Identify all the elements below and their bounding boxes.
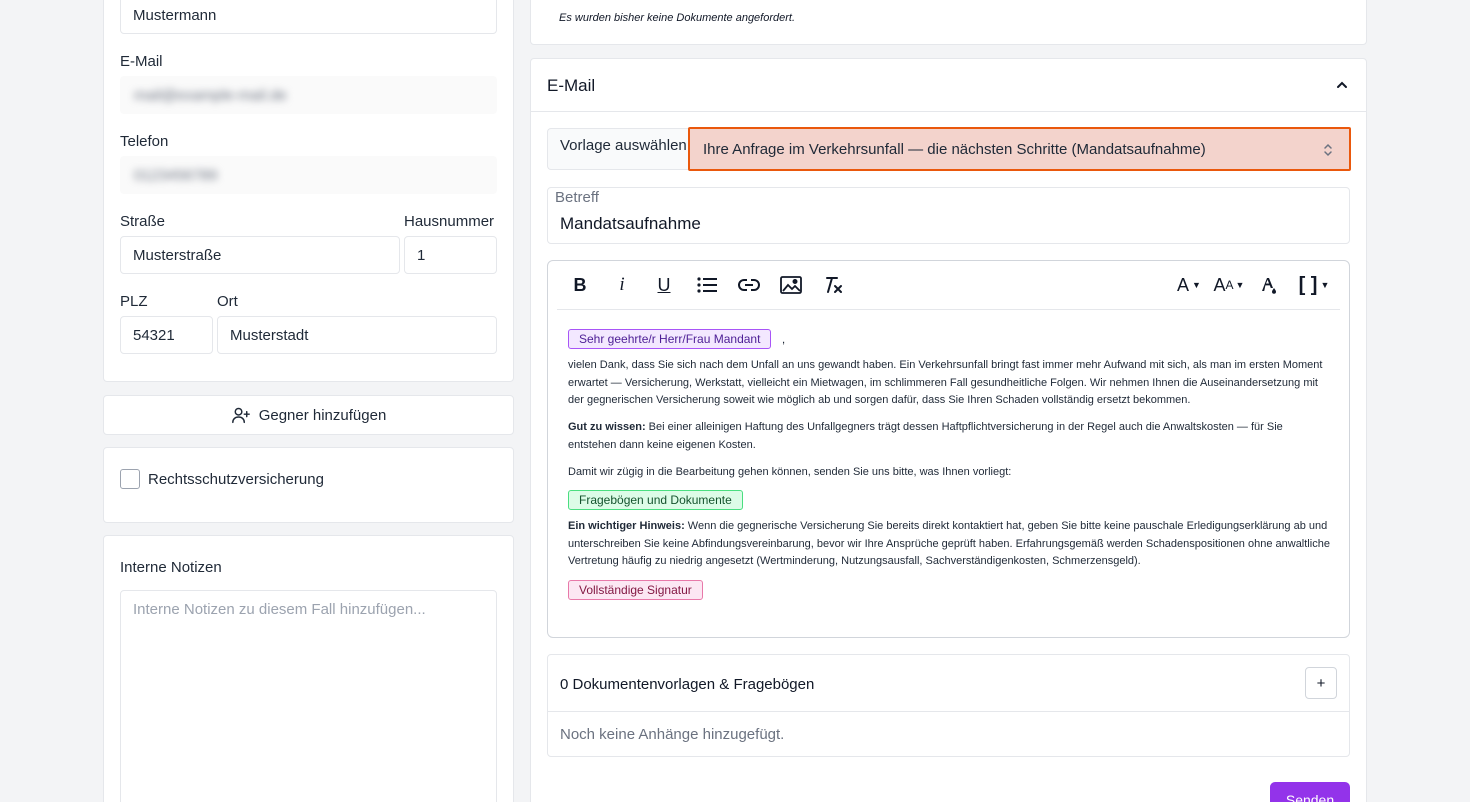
attachments-header: 0 Dokumentenvorlagen & Fragebögen + <box>548 655 1349 712</box>
template-selected-value: Ihre Anfrage im Verkehrsunfall — die näc… <box>703 141 1206 158</box>
template-label: Vorlage auswählen <box>560 137 687 154</box>
subject-field[interactable]: Betreff Mandatsaufnahme <box>547 187 1350 244</box>
chevron-up-icon[interactable] <box>1336 79 1348 91</box>
body-paragraph-4: Ein wichtiger Hinweis: Wenn die gegneris… <box>568 518 1332 571</box>
attachments-panel: 0 Dokumentenvorlagen & Fragebögen + Noch… <box>547 654 1350 757</box>
email-label: E-Mail <box>120 53 163 70</box>
clear-format-icon[interactable] <box>822 274 844 296</box>
link-icon[interactable] <box>738 274 760 296</box>
bullet-list-icon[interactable] <box>696 274 718 296</box>
zip-label: PLZ <box>120 293 148 310</box>
legal-insurance-checkbox[interactable] <box>120 469 140 489</box>
city-label: Ort <box>217 293 238 310</box>
template-label-box: Vorlage auswählen <box>547 128 689 170</box>
template-select[interactable]: Ihre Anfrage im Verkehrsunfall — die näc… <box>688 127 1351 171</box>
greeting-line: Sehr geehrte/r Herr/Frau Mandant , <box>568 329 785 349</box>
greeting-comma: , <box>781 332 786 346</box>
internal-notes-textarea[interactable]: Interne Notizen zu diesem Fall hinzufüge… <box>120 590 497 802</box>
internal-notes-placeholder: Interne Notizen zu diesem Fall hinzufüge… <box>133 601 426 618</box>
body-paragraph-2-text: Bei einer alleinigen Haftung des Unfallg… <box>568 421 1283 451</box>
greeting-placeholder-chip[interactable]: Sehr geehrte/r Herr/Frau Mandant <box>568 329 772 349</box>
email-input[interactable]: mail@example-mail.de <box>120 76 497 114</box>
placeholder-insert-icon[interactable]: [ ] ▼ <box>1297 274 1331 296</box>
phone-input[interactable]: 0123456789 <box>120 156 497 194</box>
add-attachment-button[interactable]: + <box>1305 667 1337 699</box>
attachments-title: 0 Dokumentenvorlagen & Fragebögen <box>560 676 815 693</box>
body-paragraph-2-bold: Gut zu wissen: <box>568 421 646 433</box>
body-paragraph-4-bold: Ein wichtiger Hinweis: <box>568 520 685 532</box>
add-opponent-label: Gegner hinzufügen <box>258 406 387 424</box>
body-paragraph-1: vielen Dank, dass Sie sich nach dem Unfa… <box>568 359 1323 406</box>
add-opponent-button[interactable]: Gegner hinzufügen <box>103 395 514 435</box>
user-plus-icon <box>231 407 250 424</box>
editor-toolbar-divider <box>557 309 1340 310</box>
housenumber-label: Hausnummer <box>404 213 495 230</box>
image-icon[interactable] <box>780 274 802 296</box>
subject-label: Betreff <box>555 189 599 206</box>
forms-chip-line: Fragebögen und Dokumente <box>568 490 743 510</box>
city-input[interactable]: Musterstadt <box>217 316 497 354</box>
text-highlight-icon[interactable] <box>1258 274 1280 296</box>
font-size-dropdown-icon[interactable]: A A ▼ <box>1211 274 1247 296</box>
lastname-input[interactable]: Mustermann <box>120 0 497 34</box>
phone-label: Telefon <box>120 133 169 150</box>
street-label: Straße <box>120 213 166 230</box>
email-header[interactable]: E-Mail <box>531 59 1366 112</box>
zip-input[interactable]: 54321 <box>120 316 213 354</box>
bold-icon[interactable]: B <box>569 274 591 296</box>
documents-empty-text: Es wurden bisher keine Dokumente angefor… <box>559 12 796 24</box>
attachments-empty-text: Noch keine Anhänge hinzugefügt. <box>560 726 785 743</box>
signature-chip-line: Vollständige Signatur <box>568 580 703 600</box>
body-paragraph-2: Gut zu wissen: Bei einer alleinigen Haft… <box>568 419 1332 454</box>
chevron-up-down-icon <box>1324 143 1332 157</box>
street-input[interactable]: Musterstraße <box>120 236 400 274</box>
email-section-title: E-Mail <box>547 76 596 95</box>
signature-placeholder-chip[interactable]: Vollständige Signatur <box>568 580 703 600</box>
legal-insurance-label: Rechtsschutzversicherung <box>148 471 324 488</box>
internal-notes-label: Interne Notizen <box>120 559 222 576</box>
font-color-dropdown-icon[interactable]: A ▼ <box>1174 274 1204 296</box>
body-paragraph-3: Damit wir zügig in die Bearbeitung gehen… <box>568 466 1012 478</box>
forms-placeholder-chip[interactable]: Fragebögen und Dokumente <box>568 490 743 510</box>
italic-icon[interactable]: i <box>611 274 633 296</box>
underline-icon[interactable]: U <box>653 274 675 296</box>
send-button[interactable]: Senden <box>1270 782 1350 802</box>
housenumber-input[interactable]: 1 <box>404 236 497 274</box>
subject-value: Mandatsaufnahme <box>560 214 701 233</box>
